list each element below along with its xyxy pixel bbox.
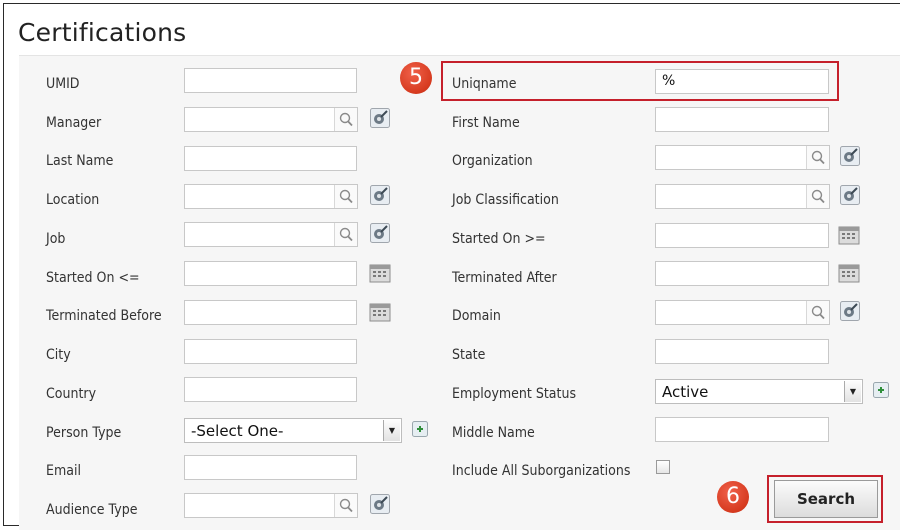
clear-icon[interactable] (840, 146, 860, 166)
add-icon[interactable] (412, 421, 428, 437)
organization-lookup-input[interactable] (655, 145, 830, 170)
job-classification-lookup-input[interactable] (655, 184, 830, 209)
country-input[interactable] (184, 377, 357, 402)
add-icon[interactable] (873, 382, 889, 398)
clear-icon[interactable] (370, 185, 390, 205)
terminated-before-input[interactable] (184, 300, 357, 325)
person-type-selected-value: -Select One- (191, 422, 284, 440)
audience-type-lookup-input[interactable] (184, 493, 358, 518)
employment-status-selected-value: Active (662, 383, 709, 401)
manager-lookup-input[interactable] (184, 107, 358, 132)
city-label: City (46, 347, 71, 363)
organization-label: Organization (452, 153, 533, 169)
search-icon[interactable] (806, 185, 829, 208)
umid-label: UMID (46, 76, 80, 92)
last-name-input[interactable] (184, 146, 357, 171)
step-5-badge: 5 (400, 62, 432, 94)
search-icon[interactable] (334, 494, 357, 517)
employment-status-select[interactable]: Active ▼ (655, 379, 863, 404)
terminated-after-label: Terminated After (452, 270, 557, 286)
started-on-after-input[interactable] (655, 223, 829, 248)
job-classification-label: Job Classification (452, 192, 559, 208)
started-on-after-label: Started On >= (452, 231, 546, 247)
page-title: Certifications (18, 18, 187, 47)
started-on-before-input[interactable] (184, 261, 357, 286)
first-name-input[interactable] (655, 107, 829, 132)
employment-status-label: Employment Status (452, 386, 577, 402)
person-type-select[interactable]: -Select One- ▼ (184, 418, 402, 443)
calendar-icon[interactable] (369, 263, 391, 283)
state-input[interactable] (655, 339, 829, 364)
email-input[interactable] (184, 455, 357, 480)
step-6-badge: 6 (717, 481, 749, 513)
location-lookup-input[interactable] (184, 184, 358, 209)
search-button[interactable]: Search (774, 480, 878, 518)
terminated-before-label: Terminated Before (46, 308, 162, 324)
location-label: Location (46, 192, 100, 208)
calendar-icon[interactable] (369, 302, 391, 322)
email-label: Email (46, 463, 81, 479)
clear-icon[interactable] (840, 301, 860, 321)
clear-icon[interactable] (370, 108, 390, 128)
first-name-label: First Name (452, 115, 520, 131)
clear-icon[interactable] (370, 494, 390, 514)
city-input[interactable] (184, 339, 357, 364)
search-icon[interactable] (334, 223, 357, 246)
clear-icon[interactable] (840, 185, 860, 205)
search-icon[interactable] (806, 146, 829, 169)
clear-icon[interactable] (370, 223, 390, 243)
search-icon[interactable] (334, 108, 357, 131)
include-all-suborganizations-label: Include All Suborganizations (452, 463, 631, 479)
search-icon[interactable] (806, 301, 829, 324)
umid-input[interactable] (184, 68, 357, 93)
search-icon[interactable] (334, 185, 357, 208)
chevron-down-icon[interactable]: ▼ (383, 420, 400, 441)
state-label: State (452, 347, 486, 363)
job-lookup-input[interactable] (184, 222, 358, 247)
uniqname-highlight-box (441, 61, 839, 101)
domain-label: Domain (452, 308, 501, 324)
middle-name-input[interactable] (655, 417, 829, 442)
chevron-down-icon[interactable]: ▼ (844, 381, 861, 402)
audience-type-label: Audience Type (46, 502, 138, 518)
person-type-label: Person Type (46, 425, 122, 441)
calendar-icon[interactable] (838, 263, 860, 283)
middle-name-label: Middle Name (452, 425, 535, 441)
calendar-icon[interactable] (838, 225, 860, 245)
manager-label: Manager (46, 115, 102, 131)
terminated-after-input[interactable] (655, 261, 829, 286)
include-all-suborganizations-checkbox[interactable] (656, 460, 670, 474)
domain-lookup-input[interactable] (655, 300, 830, 325)
country-label: Country (46, 386, 97, 402)
started-on-before-label: Started On <= (46, 270, 140, 286)
last-name-label: Last Name (46, 153, 114, 169)
job-label: Job (46, 231, 66, 247)
